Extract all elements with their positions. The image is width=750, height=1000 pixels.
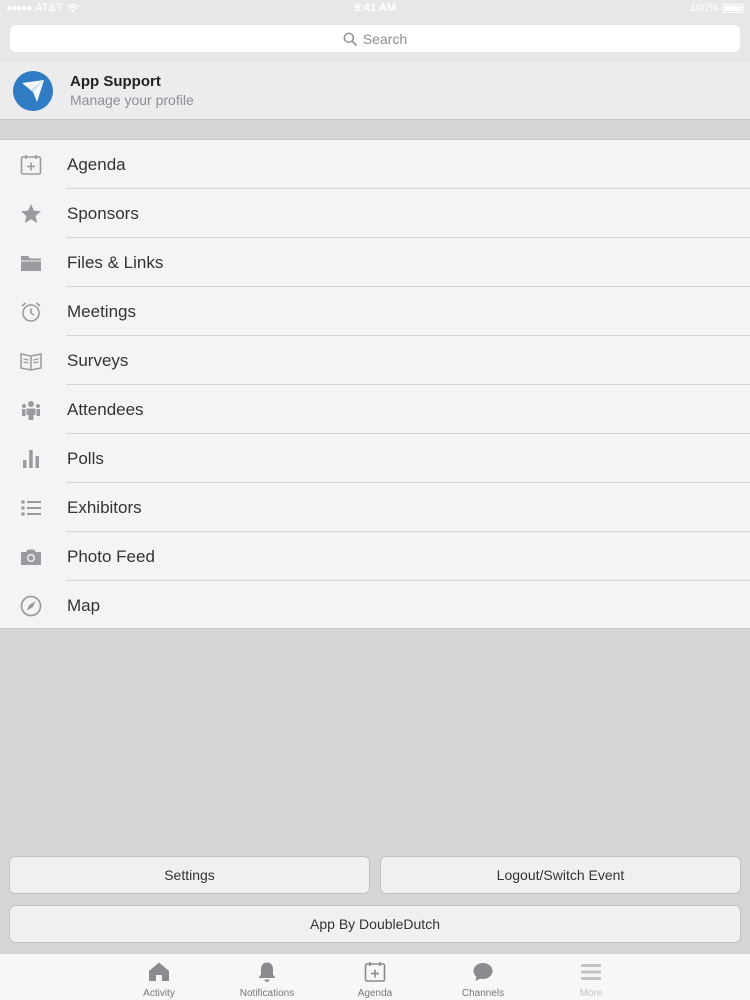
screen: ●●●●● AT&T 9:41 AM 100% Search App Suppo… [0, 0, 750, 1000]
camera-icon [21, 549, 41, 565]
tab-activity[interactable]: Activity [105, 954, 213, 1000]
avatar [13, 71, 53, 111]
status-bar: ●●●●● AT&T 9:41 AM 100% [0, 0, 750, 16]
menu-item-label: Sponsors [67, 204, 139, 223]
menu-item-meetings[interactable]: Meetings [0, 287, 750, 336]
tab-bar: Activity Notifications Agenda Channels M… [0, 953, 750, 1000]
menu-item-sponsors[interactable]: Sponsors [0, 189, 750, 238]
calendar-icon [20, 155, 42, 175]
main-menu: Agenda Sponsors Files & Links Meetings S… [0, 139, 750, 629]
paper-plane-logo-icon [22, 80, 44, 102]
menu-item-files-links[interactable]: Files & Links [0, 238, 750, 287]
menu-item-label: Attendees [67, 400, 144, 419]
status-time: 9:41 AM [354, 2, 396, 14]
menu-item-polls[interactable]: Polls [0, 434, 750, 483]
profile-subtitle: Manage your profile [70, 92, 194, 108]
battery-percent: 100% [689, 2, 718, 14]
home-icon [149, 962, 169, 981]
profile-row[interactable]: App Support Manage your profile [0, 62, 750, 120]
battery-icon [722, 3, 744, 13]
menu-item-photo-feed[interactable]: Photo Feed [0, 532, 750, 581]
profile-name: App Support [70, 73, 161, 90]
tab-label: Activity [143, 988, 175, 999]
search-icon [343, 32, 357, 46]
tab-label: Notifications [239, 988, 295, 999]
menu-item-label: Files & Links [67, 253, 164, 272]
alarm-clock-icon [21, 302, 41, 322]
menu-item-map[interactable]: Map [0, 581, 750, 630]
search-placeholder: Search [362, 30, 408, 47]
tab-more[interactable]: More [537, 954, 645, 1000]
book-icon [20, 353, 42, 371]
settings-button[interactable]: Settings [9, 856, 370, 894]
tab-notifications[interactable]: Notifications [213, 954, 321, 1000]
menu-item-label: Photo Feed [67, 547, 155, 566]
menu-item-exhibitors[interactable]: Exhibitors [0, 483, 750, 532]
chat-bubble-icon [473, 963, 493, 981]
menu-icon [581, 964, 601, 980]
tab-agenda[interactable]: Agenda [321, 954, 429, 1000]
search-input[interactable]: Search [10, 25, 740, 52]
menu-item-label: Meetings [67, 302, 136, 321]
menu-item-label: Exhibitors [67, 498, 142, 517]
list-icon [21, 500, 41, 516]
folder-icon [21, 256, 41, 271]
menu-item-label: Surveys [67, 351, 129, 370]
search-bar: Search [0, 16, 750, 62]
tab-label: Channels [461, 988, 505, 999]
menu-item-label: Polls [67, 449, 104, 468]
menu-item-surveys[interactable]: Surveys [0, 336, 750, 385]
bell-icon [258, 962, 276, 982]
star-icon [21, 204, 41, 223]
menu-item-label: Agenda [67, 155, 126, 174]
tab-label: More [579, 988, 603, 999]
people-icon [22, 401, 40, 420]
menu-item-agenda[interactable]: Agenda [0, 140, 750, 189]
app-by-doubledutch-button[interactable]: App By DoubleDutch [9, 905, 741, 943]
tab-channels[interactable]: Channels [429, 954, 537, 1000]
compass-icon [20, 595, 42, 617]
logout-switch-event-button[interactable]: Logout/Switch Event [380, 856, 741, 894]
bar-chart-icon [23, 450, 39, 468]
menu-item-label: Map [67, 596, 101, 615]
tab-label: Agenda [357, 988, 393, 999]
menu-item-attendees[interactable]: Attendees [0, 385, 750, 434]
calendar-icon [364, 962, 386, 982]
